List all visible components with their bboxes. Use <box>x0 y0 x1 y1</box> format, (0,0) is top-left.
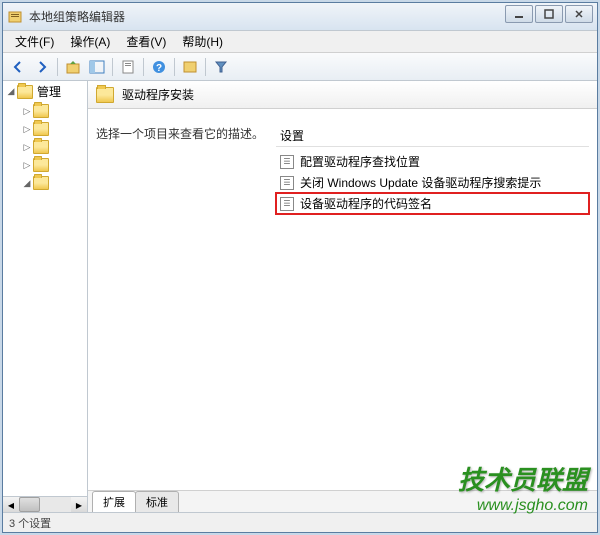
collapse-icon[interactable]: ◢ <box>21 177 33 189</box>
menu-view[interactable]: 查看(V) <box>118 31 174 52</box>
expand-icon[interactable]: ▷ <box>21 159 33 171</box>
statusbar: 3 个设置 <box>3 512 597 532</box>
tree-item[interactable]: ▷ <box>3 102 87 120</box>
toolbar: ? <box>3 53 597 81</box>
forward-button[interactable] <box>31 56 53 78</box>
help-button[interactable]: ? <box>148 56 170 78</box>
collapse-icon[interactable]: ◢ <box>5 86 17 98</box>
panel-header: 驱动程序安装 <box>88 81 597 109</box>
list-item-label: 配置驱动程序查找位置 <box>300 153 420 170</box>
tree-item-root[interactable]: ◢ 管理 <box>3 81 87 102</box>
options-icon[interactable] <box>179 56 201 78</box>
menu-action[interactable]: 操作(A) <box>62 31 118 52</box>
list-item[interactable]: ☰ 关闭 Windows Update 设备驱动程序搜索提示 <box>276 172 589 193</box>
tree-item[interactable]: ▷ <box>3 138 87 156</box>
titlebar: 本地组策略编辑器 <box>3 3 597 31</box>
up-button[interactable] <box>62 56 84 78</box>
menu-help[interactable]: 帮助(H) <box>174 31 231 52</box>
tree-label: 管理 <box>37 83 61 100</box>
expand-icon[interactable]: ▷ <box>21 123 33 135</box>
folder-icon <box>96 87 114 103</box>
filter-button[interactable] <box>210 56 232 78</box>
scroll-thumb[interactable] <box>19 497 40 512</box>
window-title: 本地组策略编辑器 <box>29 8 505 25</box>
tabs-bar: 扩展 标准 <box>88 490 597 512</box>
status-text: 3 个设置 <box>9 515 51 531</box>
maximize-button[interactable] <box>535 5 563 23</box>
expand-icon[interactable]: ▷ <box>21 141 33 153</box>
minimize-button[interactable] <box>505 5 533 23</box>
description-text: 选择一个项目来查看它的描述。 <box>96 125 276 482</box>
folder-icon <box>33 122 49 136</box>
separator <box>174 58 175 76</box>
setting-icon: ☰ <box>280 176 294 190</box>
separator <box>112 58 113 76</box>
separator <box>143 58 144 76</box>
folder-icon <box>17 85 33 99</box>
separator <box>205 58 206 76</box>
menubar: 文件(F) 操作(A) 查看(V) 帮助(H) <box>3 31 597 53</box>
scroll-right-button[interactable]: ▶ <box>71 497 87 512</box>
column-header-settings[interactable]: 设置 <box>276 125 589 147</box>
back-button[interactable] <box>7 56 29 78</box>
folder-icon <box>33 140 49 154</box>
list-item-code-signing[interactable]: ☰ 设备驱动程序的代码签名 <box>276 193 589 214</box>
folder-icon <box>33 176 49 190</box>
expand-icon[interactable]: ▷ <box>21 105 33 117</box>
tree-panel: ◢ 管理 ▷ ▷ ▷ ▷ ◢ <box>3 81 88 512</box>
folder-icon <box>33 104 49 118</box>
properties-button[interactable] <box>117 56 139 78</box>
list-item[interactable]: ☰ 配置驱动程序查找位置 <box>276 151 589 172</box>
show-hide-tree-button[interactable] <box>86 56 108 78</box>
tree-item[interactable]: ▷ <box>3 156 87 174</box>
folder-icon <box>33 158 49 172</box>
scroll-left-button[interactable]: ◀ <box>3 497 19 512</box>
list-item-label: 关闭 Windows Update 设备驱动程序搜索提示 <box>300 174 541 191</box>
tab-extended[interactable]: 扩展 <box>92 491 136 512</box>
tree-item[interactable]: ▷ <box>3 120 87 138</box>
app-icon <box>7 9 23 25</box>
menu-file[interactable]: 文件(F) <box>7 31 62 52</box>
tree-item[interactable]: ◢ <box>3 174 87 192</box>
setting-icon: ☰ <box>280 155 294 169</box>
close-button[interactable] <box>565 5 593 23</box>
separator <box>57 58 58 76</box>
setting-icon: ☰ <box>280 197 294 211</box>
tab-standard[interactable]: 标准 <box>135 491 179 512</box>
list-item-label: 设备驱动程序的代码签名 <box>300 195 432 212</box>
horizontal-scrollbar[interactable]: ◀ ▶ <box>3 496 87 512</box>
svg-text:?: ? <box>156 63 162 74</box>
panel-title: 驱动程序安装 <box>122 86 194 103</box>
